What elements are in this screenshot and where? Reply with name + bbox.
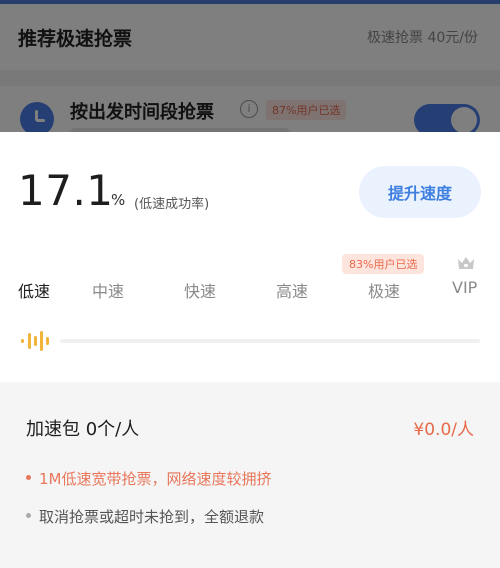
speed-tier-fast[interactable]: 快速 (184, 278, 216, 302)
speed-sheet: 17.1 % (低速成功率) 提升速度 83%用户已选 低速 中速 快速 高速 … (0, 132, 500, 568)
dim-overlay[interactable] (0, 0, 500, 150)
speed-tier-ultra[interactable]: 极速 (368, 278, 400, 302)
success-rate-value: 17.1 (18, 166, 114, 215)
speed-tier-vip[interactable]: VIP (452, 278, 477, 297)
package-note-bandwidth: 1M低速宽带抢票，网络速度较拥挤 (26, 468, 272, 489)
speed-slider-handle[interactable] (19, 327, 53, 355)
speed-tier-low[interactable]: 低速 (18, 278, 50, 302)
speed-tier-high[interactable]: 高速 (276, 278, 308, 302)
popular-tier-badge: 83%用户已选 (342, 254, 425, 274)
bullet-dot (26, 513, 31, 518)
crown-icon (458, 257, 474, 269)
boost-speed-button[interactable]: 提升速度 (359, 166, 481, 218)
speed-slider-track[interactable] (60, 339, 480, 343)
package-title: 加速包 0个/人 (26, 419, 140, 440)
package-note-text: 1M低速宽带抢票，网络速度较拥挤 (39, 470, 272, 488)
bullet-dot (26, 475, 31, 480)
success-rate-label: (低速成功率) (134, 197, 210, 212)
package-note-refund: 取消抢票或超时未抢到，全额退款 (26, 506, 264, 527)
speed-tier-medium[interactable]: 中速 (92, 278, 124, 302)
package-price: ¥0.0/人 (413, 420, 474, 440)
acceleration-package-panel: 加速包 0个/人 ¥0.0/人 1M低速宽带抢票，网络速度较拥挤 取消抢票或超时… (0, 382, 500, 568)
package-note-text: 取消抢票或超时未抢到，全额退款 (39, 508, 265, 526)
success-rate-unit: % (111, 191, 126, 209)
